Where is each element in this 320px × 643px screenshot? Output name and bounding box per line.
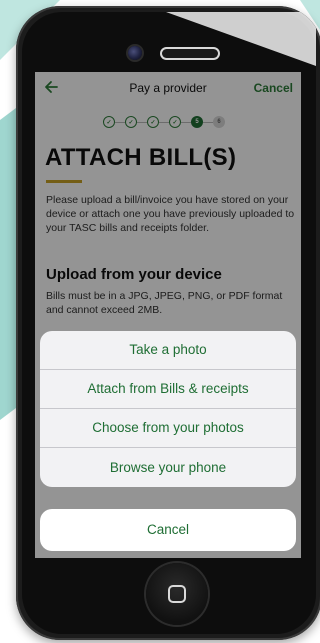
front-camera: [128, 46, 142, 60]
take-photo-option[interactable]: Take a photo: [40, 331, 296, 370]
speaker-grille: [162, 49, 218, 58]
choose-from-photos-option[interactable]: Choose from your photos: [40, 409, 296, 448]
home-square-icon: [168, 585, 186, 603]
attach-from-bills-option[interactable]: Attach from Bills & receipts: [40, 370, 296, 409]
browse-phone-option[interactable]: Browse your phone: [40, 448, 296, 487]
phone-frame: Pay a provider Cancel ✓ ✓ ✓ ✓ 5 6 ATTACH…: [16, 6, 320, 640]
action-sheet: Take a photo Attach from Bills & receipt…: [40, 331, 296, 487]
app-screen: Pay a provider Cancel ✓ ✓ ✓ ✓ 5 6 ATTACH…: [35, 72, 301, 558]
home-button[interactable]: [146, 563, 208, 625]
cancel-button[interactable]: Cancel: [40, 509, 296, 551]
